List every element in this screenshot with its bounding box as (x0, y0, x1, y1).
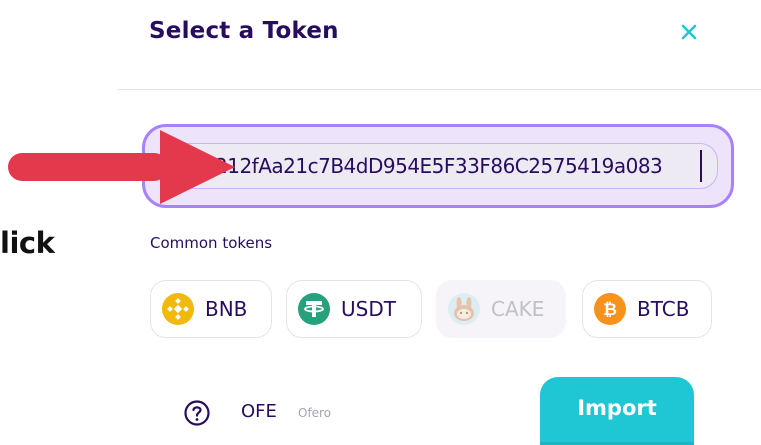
usdt-icon (298, 293, 330, 325)
token-chip-label: BNB (205, 297, 248, 321)
bnb-icon (162, 293, 194, 325)
background-text: lick (0, 226, 55, 260)
token-chip-cake: CAKE (436, 280, 566, 338)
token-chip-btcb[interactable]: ₿ BTCB (582, 280, 712, 338)
common-tokens-label: Common tokens (150, 234, 273, 252)
cake-icon (448, 293, 480, 325)
token-search-input[interactable] (158, 143, 718, 189)
btcb-icon: ₿ (594, 293, 626, 325)
arrow-annotation (8, 130, 235, 204)
token-chip-label: BTCB (637, 297, 690, 321)
modal-divider (118, 89, 761, 90)
token-chip-label: CAKE (491, 297, 545, 321)
svg-text:₿: ₿ (603, 300, 617, 320)
close-icon[interactable] (675, 18, 703, 46)
help-circle-icon[interactable] (183, 399, 211, 427)
token-symbol: OFE (241, 401, 277, 422)
text-caret (700, 150, 702, 182)
import-button[interactable]: Import (540, 377, 694, 445)
token-chip-bnb[interactable]: BNB (150, 280, 272, 338)
token-chip-label: USDT (341, 297, 396, 321)
modal-title: Select a Token (149, 18, 339, 44)
token-chip-usdt[interactable]: USDT (286, 280, 422, 338)
token-name: Ofero (298, 406, 332, 420)
